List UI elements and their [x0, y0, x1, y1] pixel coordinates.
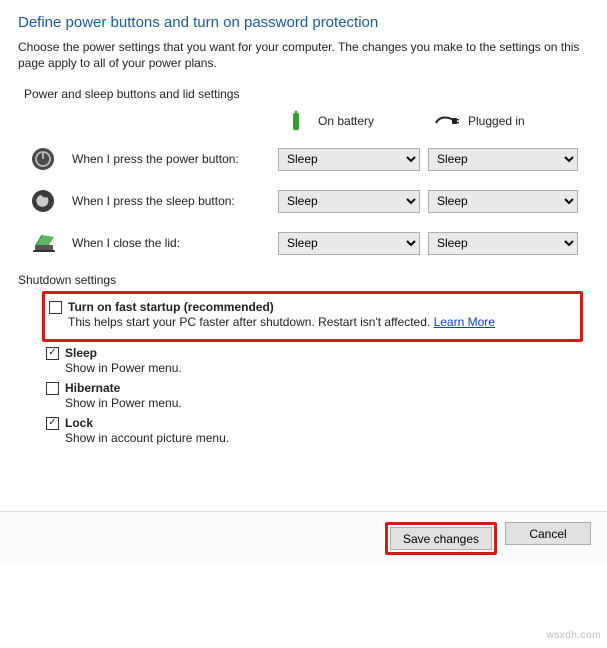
close-lid-battery-select[interactable]: Do nothingSleepHibernateShut down: [278, 232, 420, 255]
row-sleep-button: When I press the sleep button: Do nothin…: [18, 185, 589, 217]
save-button-highlight: Save changes: [385, 522, 497, 555]
sleep-label: Sleep: [65, 346, 97, 360]
plug-icon: [432, 107, 460, 135]
row-power-button-label: When I press the power button:: [68, 152, 278, 166]
row-power-button: When I press the power button: Do nothin…: [18, 143, 589, 175]
col-header-plugged: Plugged in: [468, 114, 525, 128]
hibernate-desc: Show in Power menu.: [65, 396, 583, 410]
lock-label: Lock: [65, 416, 93, 430]
lock-desc: Show in account picture menu.: [65, 431, 583, 445]
learn-more-link[interactable]: Learn More: [434, 315, 495, 329]
cancel-button[interactable]: Cancel: [505, 522, 591, 545]
sleep-checkbox[interactable]: [46, 347, 59, 360]
fast-startup-desc: This helps start your PC faster after sh…: [68, 315, 574, 329]
lock-checkbox[interactable]: [46, 417, 59, 430]
footer: Save changes Cancel: [0, 511, 607, 565]
col-header-battery: On battery: [318, 114, 374, 128]
power-button-battery-select[interactable]: Do nothingSleepHibernateShut down: [278, 148, 420, 171]
row-close-lid-label: When I close the lid:: [68, 236, 278, 250]
fast-startup-label: Turn on fast startup (recommended): [68, 300, 274, 314]
fast-startup-highlight: Turn on fast startup (recommended) This …: [42, 291, 583, 342]
power-button-plugged-select[interactable]: Do nothingSleepHibernateShut down: [428, 148, 578, 171]
section-power-buttons-label: Power and sleep buttons and lid settings: [24, 87, 589, 101]
hibernate-checkbox[interactable]: [46, 382, 59, 395]
sleep-button-icon: [29, 187, 57, 215]
page-title: Define power buttons and turn on passwor…: [18, 14, 589, 31]
section-shutdown-label: Shutdown settings: [18, 273, 589, 287]
power-button-icon: [29, 145, 57, 173]
shutdown-settings: Turn on fast startup (recommended) This …: [18, 291, 589, 511]
row-close-lid: When I close the lid: Do nothingSleepHib…: [18, 227, 589, 259]
sleep-desc: Show in Power menu.: [65, 361, 583, 375]
sleep-button-battery-select[interactable]: Do nothingSleepHibernateShut down: [278, 190, 420, 213]
row-sleep-button-label: When I press the sleep button:: [68, 194, 278, 208]
laptop-lid-icon: [29, 229, 57, 257]
sleep-button-plugged-select[interactable]: Do nothingSleepHibernateShut down: [428, 190, 578, 213]
close-lid-plugged-select[interactable]: Do nothingSleepHibernateShut down: [428, 232, 578, 255]
watermark: wsxdh.com: [546, 630, 601, 641]
hibernate-label: Hibernate: [65, 381, 120, 395]
save-button[interactable]: Save changes: [390, 527, 492, 550]
intro-text: Choose the power settings that you want …: [18, 39, 589, 71]
fast-startup-checkbox[interactable]: [49, 301, 62, 314]
battery-icon: [282, 107, 310, 135]
